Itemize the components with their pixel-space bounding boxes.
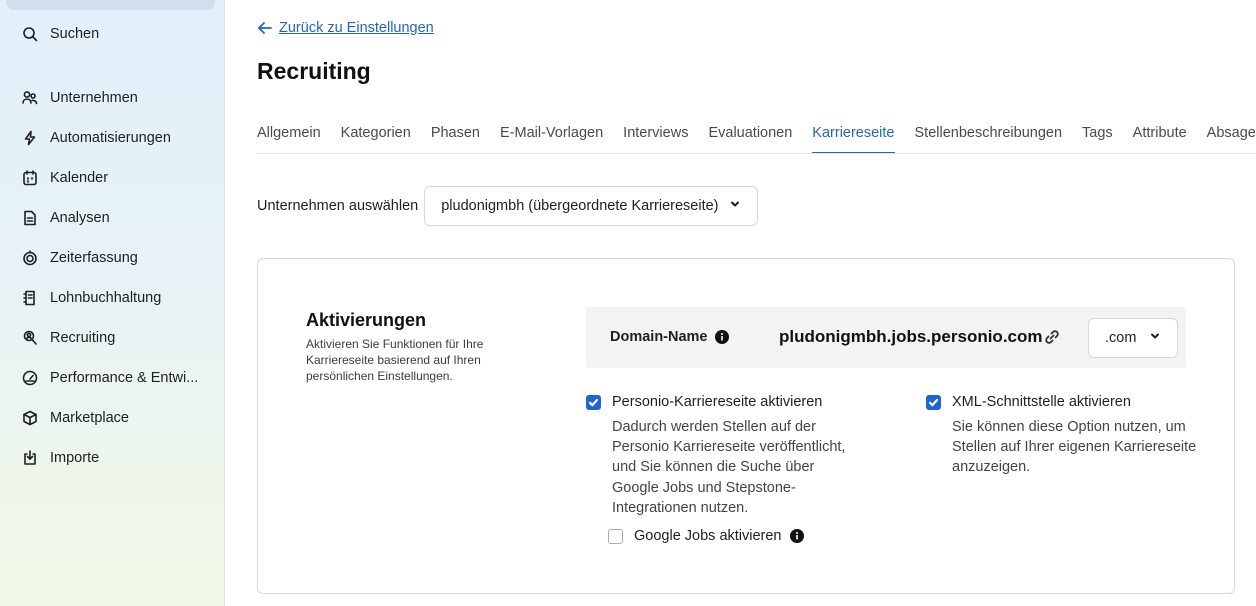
xml-interface-description: Sie können diese Option nutzen, um Stell…: [952, 419, 1197, 476]
company-select-row: Unternehmen auswählen pludonigmbh (überg…: [257, 186, 758, 226]
xml-interface-label: XML-Schnittstelle aktivieren: [952, 394, 1131, 410]
timer-icon: [22, 250, 38, 266]
sidebar-item-marketplace[interactable]: Marketplace: [22, 406, 129, 430]
back-link-label: Zurück zu Einstellungen: [279, 20, 434, 36]
career-page-label: Personio-Karriereseite aktivieren: [612, 394, 823, 410]
activations-description: Aktivieren Sie Funktionen für Ihre Karri…: [306, 337, 484, 383]
tab-allgemein[interactable]: Allgemein: [257, 120, 321, 153]
calendar-icon: [22, 170, 38, 186]
sidebar-item-label: Marketplace: [50, 410, 129, 426]
sidebar-item-unternehmen[interactable]: Unternehmen: [22, 86, 138, 110]
tab-attribute[interactable]: Attribute: [1133, 120, 1187, 153]
bolt-icon: [22, 130, 38, 146]
sidebar-item-performance[interactable]: Performance & Entwi...: [22, 366, 198, 390]
sidebar-item-label: Importe: [50, 450, 100, 466]
box-icon: [22, 410, 38, 426]
sidebar-item-recruiting[interactable]: Recruiting: [22, 326, 115, 350]
company-select-dropdown[interactable]: pludonigmbh (übergeordnete Karriereseite…: [424, 186, 758, 226]
document-icon: [22, 210, 38, 226]
tld-select-value: .com: [1105, 330, 1137, 346]
domain-value: pludonigmbh.jobs.personio.com: [779, 327, 1043, 346]
sidebar-item-analysen[interactable]: Analysen: [22, 206, 110, 230]
sidebar-item-label: Performance & Entwi...: [50, 370, 199, 386]
arrow-left-icon: [257, 20, 273, 36]
chevron-down-icon: [729, 198, 741, 214]
import-icon: [22, 450, 38, 466]
google-jobs-label-group: Google Jobs aktivieren: [634, 528, 804, 544]
sidebar-item-label: Kalender: [50, 170, 109, 186]
back-to-settings-link[interactable]: Zurück zu Einstellungen: [257, 18, 434, 38]
info-icon[interactable]: [789, 529, 804, 543]
search-icon: [22, 26, 38, 42]
sidebar-item-kalender[interactable]: Kalender: [22, 166, 108, 190]
tab-tags[interactable]: Tags: [1082, 120, 1113, 153]
google-jobs-label: Google Jobs aktivieren: [634, 528, 782, 544]
sidebar-active-item-highlight[interactable]: [6, 0, 215, 10]
sidebar-item-label: Recruiting: [50, 330, 116, 346]
company-select-value: pludonigmbh (übergeordnete Karriereseite…: [441, 198, 719, 214]
page-title: Recruiting: [257, 58, 371, 84]
sidebar-item-lohnbuchhaltung[interactable]: Lohnbuchhaltung: [22, 286, 161, 310]
tab-stellenbeschreibungen[interactable]: Stellenbeschreibungen: [915, 120, 1063, 153]
career-page-description: Dadurch werden Stellen auf der Personio …: [612, 419, 846, 516]
domain-name-label: Domain-Name: [610, 329, 708, 345]
tab-absage[interactable]: Absage: [1207, 120, 1256, 153]
tab-email-vorlagen[interactable]: E-Mail-Vorlagen: [500, 120, 603, 153]
info-icon[interactable]: [714, 330, 729, 344]
sidebar-item-automatisierungen[interactable]: Automatisierungen: [22, 126, 171, 150]
sidebar-item-label: Unternehmen: [50, 90, 138, 106]
tab-evaluationen[interactable]: Evaluationen: [708, 120, 792, 153]
payroll-icon: [22, 290, 38, 306]
career-page-checkbox[interactable]: [586, 395, 601, 410]
settings-tabs: Allgemein Kategorien Phasen E-Mail-Vorlagen…: [257, 120, 1256, 154]
sidebar-item-label: Lohnbuchhaltung: [50, 290, 162, 306]
activations-title: Aktivierungen: [306, 310, 427, 330]
tld-select-dropdown[interactable]: .com: [1088, 318, 1178, 358]
sidebar: Suchen Unternehmen Automatisierungen Kal…: [0, 0, 225, 606]
main-content: Zurück zu Einstellungen Recruiting Allge…: [257, 0, 1256, 606]
tab-phasen[interactable]: Phasen: [431, 120, 480, 153]
gauge-icon: [22, 370, 38, 386]
recruiting-icon: [22, 330, 38, 346]
tab-karriereseite[interactable]: Karriereseite: [812, 120, 895, 153]
sidebar-item-label: Analysen: [50, 210, 110, 226]
sidebar-item-importe[interactable]: Importe: [22, 446, 99, 470]
domain-label-group: Domain-Name: [610, 329, 729, 345]
tab-interviews[interactable]: Interviews: [623, 120, 688, 153]
domain-bar: Domain-Name pludonigmbh.jobs.personio.co…: [586, 307, 1186, 368]
company-select-label: Unternehmen auswählen: [257, 198, 419, 214]
copy-link-icon[interactable]: [1044, 329, 1060, 345]
google-jobs-checkbox[interactable]: [608, 529, 623, 544]
activations-card: Aktivierungen Aktivieren Sie Funktionen …: [257, 258, 1235, 594]
tab-kategorien[interactable]: Kategorien: [341, 120, 411, 153]
chevron-down-icon: [1149, 330, 1161, 346]
sidebar-item-label: Automatisierungen: [50, 130, 171, 146]
sidebar-item-label: Suchen: [50, 26, 100, 42]
sidebar-item-zeiterfassung[interactable]: Zeiterfassung: [22, 246, 138, 270]
people-icon: [22, 90, 38, 106]
sidebar-item-suchen[interactable]: Suchen: [22, 22, 99, 46]
sidebar-item-label: Zeiterfassung: [50, 250, 138, 266]
xml-interface-checkbox[interactable]: [926, 395, 941, 410]
